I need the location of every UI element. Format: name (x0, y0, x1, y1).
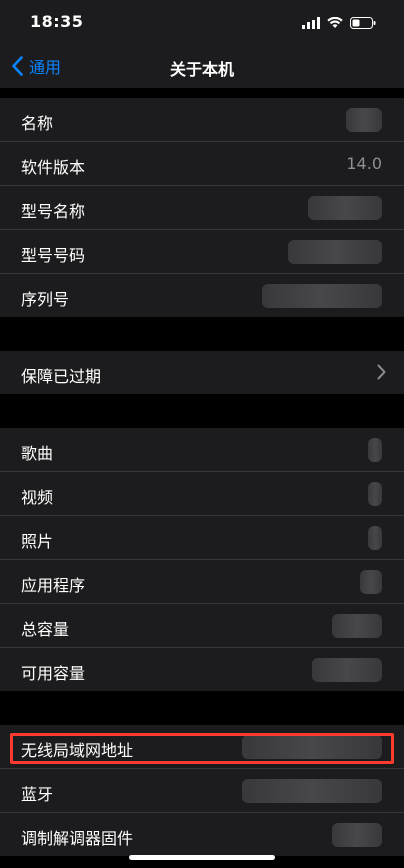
redacted-value (346, 108, 382, 132)
navigation-bar: 通用 关于本机 (0, 44, 404, 89)
redacted-value (242, 779, 382, 803)
row-applications: 应用程序 (0, 560, 404, 604)
redacted-value (360, 570, 382, 594)
row-label: 视频 (21, 488, 54, 507)
row-photos: 照片 (0, 516, 404, 560)
page-title: 关于本机 (169, 60, 234, 79)
redacted-value (368, 526, 382, 550)
row-label: 照片 (21, 532, 54, 551)
row-label: 保障已过期 (21, 367, 102, 386)
row-label: 软件版本 (21, 158, 86, 177)
row-songs: 歌曲 (0, 428, 404, 472)
settings-list: 名称 软件版本 14.0 型号名称 型号号码 序列号 保障已过期 歌曲 视频 照… (0, 88, 404, 856)
row-value: 14.0 (346, 154, 382, 173)
row-videos: 视频 (0, 472, 404, 516)
section-spacer (0, 691, 404, 725)
redacted-value (288, 240, 382, 264)
row-label: 调制解调器固件 (21, 829, 134, 848)
redacted-value (368, 482, 382, 506)
cellular-signal-icon (302, 14, 320, 33)
redacted-value (332, 823, 382, 847)
row-name[interactable]: 名称 (0, 98, 404, 142)
status-bar: 18:35 (0, 0, 404, 44)
battery-icon (350, 14, 376, 33)
row-model-number[interactable]: 型号号码 (0, 230, 404, 274)
redacted-value (242, 735, 382, 759)
home-indicator[interactable] (129, 855, 275, 860)
redacted-value (308, 196, 382, 220)
row-total-capacity: 总容量 (0, 604, 404, 648)
redacted-value (368, 438, 382, 462)
row-model-name: 型号名称 (0, 186, 404, 230)
status-time: 18:35 (30, 12, 84, 31)
row-label: 应用程序 (21, 576, 86, 595)
status-icons (302, 14, 376, 33)
row-modem-firmware: 调制解调器固件 (0, 813, 404, 856)
redacted-value (312, 658, 382, 682)
section-spacer (0, 88, 404, 98)
row-label: 总容量 (21, 620, 70, 639)
section-spacer (0, 394, 404, 428)
row-label: 序列号 (21, 290, 70, 309)
redacted-value (262, 284, 382, 308)
redacted-value (332, 614, 382, 638)
row-label: 可用容量 (21, 664, 86, 683)
row-label: 型号名称 (21, 202, 86, 221)
row-wifi-address: 无线局域网地址 (0, 725, 404, 769)
row-warranty[interactable]: 保障已过期 (0, 351, 404, 394)
row-serial-number: 序列号 (0, 274, 404, 317)
row-label: 无线局域网地址 (21, 741, 134, 760)
row-label: 型号号码 (21, 246, 86, 265)
row-software-version: 软件版本 14.0 (0, 142, 404, 186)
row-label: 名称 (21, 114, 54, 133)
row-label: 蓝牙 (21, 785, 54, 804)
section-spacer (0, 317, 404, 351)
chevron-right-icon (377, 364, 386, 380)
row-label: 歌曲 (21, 444, 54, 463)
row-bluetooth: 蓝牙 (0, 769, 404, 813)
wifi-icon (327, 14, 343, 33)
row-available-capacity: 可用容量 (0, 648, 404, 691)
